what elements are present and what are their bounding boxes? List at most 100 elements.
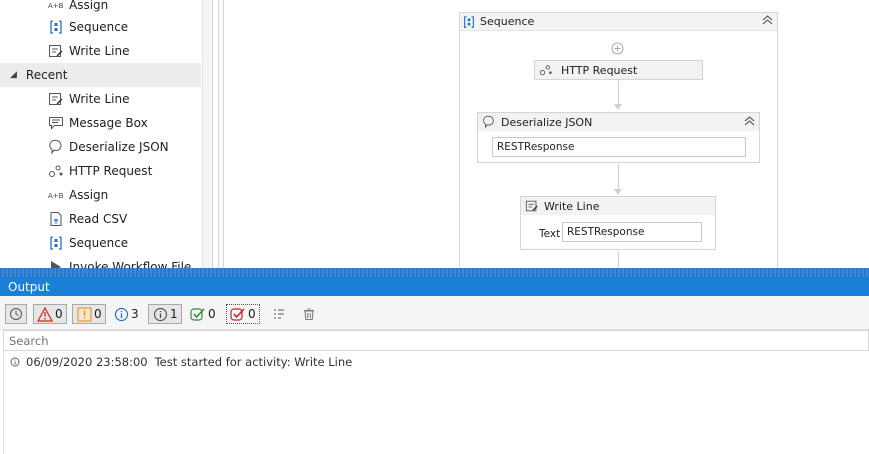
info-count: 3	[131, 307, 139, 321]
activity-item-label: Message Box	[69, 116, 148, 130]
activity-item-label: Sequence	[69, 20, 129, 34]
trash-icon	[301, 306, 317, 322]
activity-item-sequence[interactable]: Sequence	[48, 16, 128, 38]
write-line-text-label: Text	[539, 228, 561, 240]
write-line-title: Write Line	[544, 199, 600, 213]
output-title-bar[interactable]: Output	[0, 277, 869, 296]
panel-splitter[interactable]	[0, 268, 869, 277]
check-passed-icon	[190, 306, 206, 322]
warnings-count: 0	[94, 307, 102, 321]
http-request-header[interactable]: HTTP Request	[535, 61, 702, 79]
errors-filter-button[interactable]: 0	[33, 304, 67, 324]
output-search-input[interactable]	[3, 330, 869, 351]
recent-item-read-csv[interactable]: Read CSV	[48, 208, 127, 230]
activity-item-label: Assign	[69, 188, 109, 202]
deserialize-json-header[interactable]: Deserialize JSON	[478, 113, 759, 131]
sequence-header[interactable]: Sequence	[460, 13, 777, 31]
assign-icon: A+B	[48, 187, 64, 203]
errors-count: 0	[55, 307, 63, 321]
error-icon	[37, 306, 53, 322]
collapse-icon[interactable]	[762, 15, 773, 28]
http-request-icon	[48, 163, 64, 179]
output-log-area: 06/09/2020 23:58:00 Test started for act…	[3, 351, 869, 454]
deserialize-json-value: RESTResponse	[497, 141, 575, 153]
read-csv-icon	[48, 211, 64, 227]
svg-text:A+B: A+B	[48, 2, 64, 10]
failed-filter-button[interactable]: 0	[226, 304, 260, 324]
recent-item-sequence[interactable]: Sequence	[48, 232, 128, 254]
activity-item-write-line[interactable]: Write Line	[48, 40, 130, 62]
invoke-workflow-icon	[48, 259, 64, 268]
assign-icon: A+B	[48, 0, 64, 13]
connector-line	[618, 81, 619, 105]
svg-text:A+B: A+B	[48, 192, 64, 200]
output-title: Output	[8, 279, 50, 294]
activity-item-label: Write Line	[69, 44, 130, 58]
deserialize-json-icon	[482, 115, 496, 129]
passed-count: 0	[208, 307, 216, 321]
clock-icon	[9, 306, 23, 322]
collapse-icon[interactable]	[744, 115, 755, 129]
trace-count: 1	[170, 307, 178, 321]
deserialize-json-activity[interactable]: Deserialize JSON RESTResponse	[477, 112, 760, 163]
log-list-icon	[271, 306, 287, 322]
deserialize-json-icon	[48, 139, 64, 155]
http-request-title: HTTP Request	[561, 63, 638, 77]
connector-arrow	[614, 104, 622, 110]
recent-item-invoke-workflow[interactable]: Invoke Workflow File	[48, 256, 191, 268]
warning-icon	[76, 306, 92, 322]
activity-item-label: Read CSV	[69, 212, 128, 226]
sequence-icon	[48, 235, 64, 251]
write-line-text-input[interactable]: RESTResponse	[562, 222, 702, 242]
activities-scrollbar[interactable]	[202, 0, 212, 268]
write-line-activity[interactable]: Write Line Text RESTResponse	[520, 196, 716, 250]
activity-item-assign[interactable]: A+B Assign	[48, 0, 108, 16]
recent-item-write-line[interactable]: Write Line	[48, 88, 130, 110]
info-icon	[113, 306, 129, 322]
write-line-icon	[525, 199, 539, 213]
recent-item-message-box[interactable]: Message Box	[48, 112, 148, 134]
sequence-title: Sequence	[480, 15, 535, 28]
activity-item-label: Write Line	[69, 92, 130, 106]
deserialize-json-input[interactable]: RESTResponse	[492, 137, 746, 157]
add-activity-icon[interactable]	[611, 42, 624, 55]
sequence-icon	[462, 15, 476, 29]
recent-group-header[interactable]: ◢ Recent	[0, 63, 201, 87]
open-log-button[interactable]	[268, 304, 292, 324]
activity-item-label: Assign	[69, 0, 109, 12]
write-line-icon	[48, 91, 64, 107]
clear-log-button[interactable]	[298, 304, 322, 324]
recent-item-http-request[interactable]: HTTP Request	[48, 160, 152, 182]
recent-item-deserialize-json[interactable]: Deserialize JSON	[48, 136, 169, 158]
activities-panel: A+B Assign Sequence Write Line ◢ Recent …	[0, 0, 213, 268]
timestamp-toggle-button[interactable]	[5, 304, 27, 324]
log-entry[interactable]: 06/09/2020 23:58:00 Test started for act…	[10, 355, 352, 369]
write-line-header[interactable]: Write Line	[521, 197, 715, 215]
activity-item-label: Deserialize JSON	[69, 140, 169, 154]
log-message: Test started for activity: Write Line	[154, 355, 353, 369]
output-toolbar: 0 0 3 1 0 0	[0, 296, 869, 330]
canvas-splitter[interactable]	[218, 0, 224, 268]
warnings-filter-button[interactable]: 0	[72, 304, 106, 324]
activity-item-label: Sequence	[69, 236, 129, 250]
http-request-icon	[539, 63, 553, 77]
activity-item-label: HTTP Request	[69, 164, 153, 178]
activity-item-label: Invoke Workflow File	[69, 260, 192, 268]
trace-icon	[152, 306, 168, 322]
trace-icon	[10, 357, 20, 367]
connector-line	[618, 164, 619, 190]
passed-filter-button[interactable]: 0	[187, 304, 219, 324]
trace-filter-button[interactable]: 1	[148, 304, 182, 324]
info-filter-button[interactable]: 3	[110, 304, 142, 324]
message-box-icon	[48, 115, 64, 131]
check-failed-icon	[230, 306, 246, 322]
http-request-activity[interactable]: HTTP Request	[534, 60, 703, 80]
connector-line	[618, 251, 619, 268]
sequence-icon	[48, 19, 64, 35]
recent-item-assign[interactable]: A+B Assign	[48, 184, 108, 206]
expand-triangle-icon[interactable]: ◢	[10, 70, 17, 80]
failed-count: 0	[248, 307, 256, 321]
deserialize-json-title: Deserialize JSON	[501, 115, 593, 129]
log-timestamp: 06/09/2020 23:58:00	[26, 355, 148, 369]
recent-label: Recent	[25, 68, 68, 82]
